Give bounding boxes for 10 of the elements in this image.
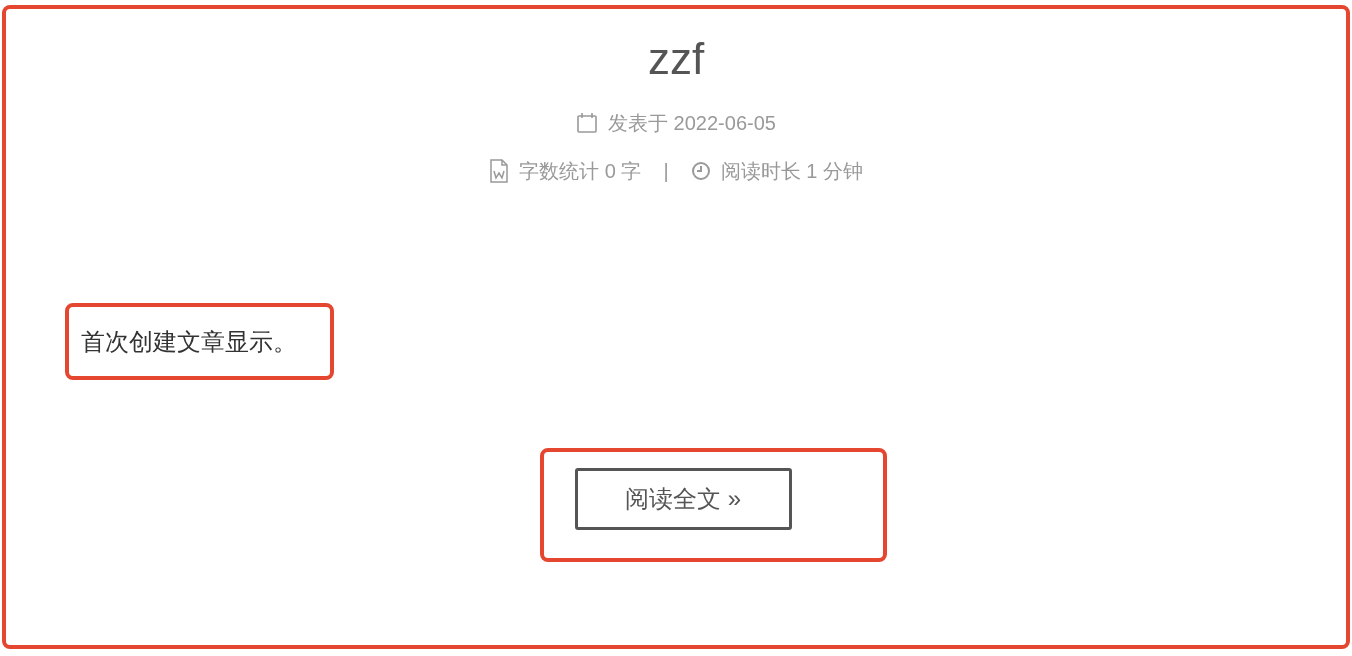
reading-time: 阅读时长 1 分钟 xyxy=(720,159,863,184)
calendar-icon xyxy=(576,112,599,134)
post-title: zzf xyxy=(647,33,705,85)
word-count: 字数统计 0 字 xyxy=(519,159,642,184)
clock-icon xyxy=(690,161,711,181)
publish-date: 发表于 2022-06-05 xyxy=(608,111,776,136)
read-more-button[interactable]: 阅读全文 » xyxy=(574,468,792,530)
post-excerpt: 首次创建文章显示。 xyxy=(81,326,297,357)
word-file-icon xyxy=(489,159,510,183)
meta-separator: | xyxy=(663,159,669,184)
